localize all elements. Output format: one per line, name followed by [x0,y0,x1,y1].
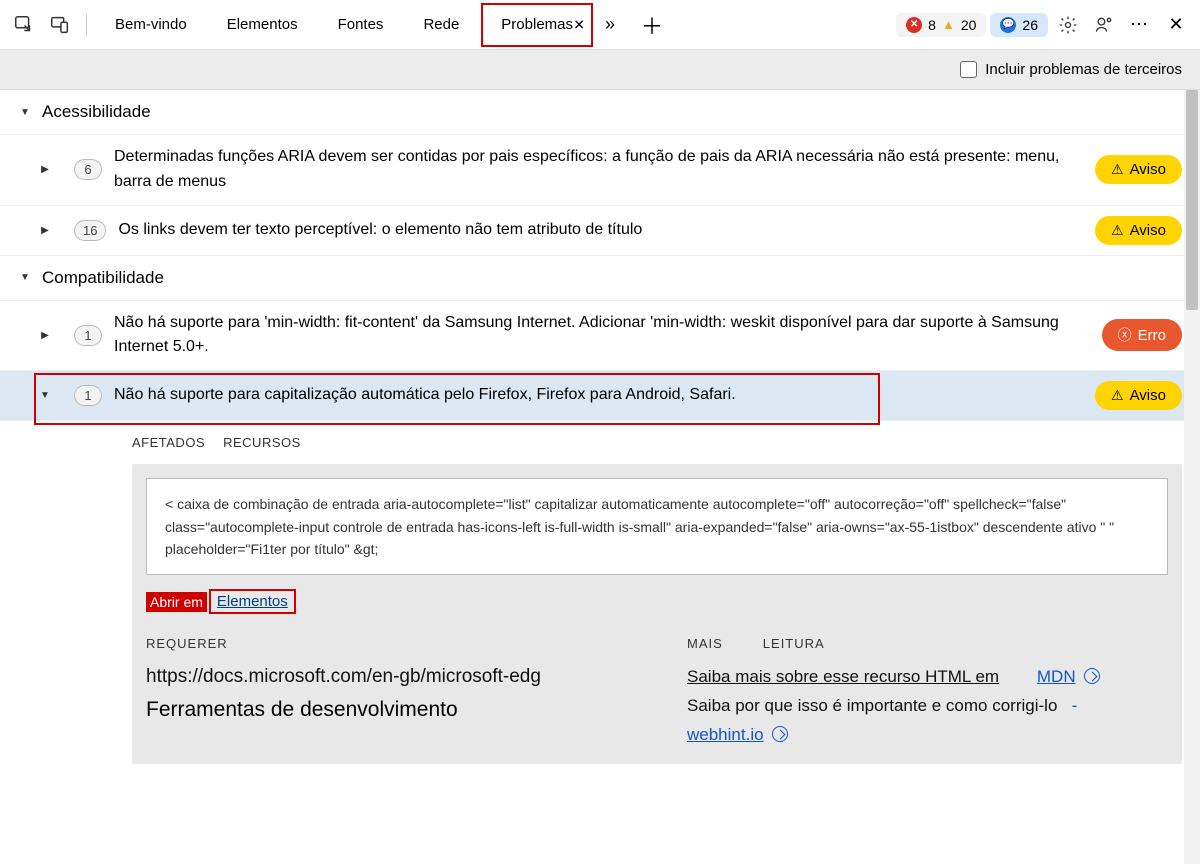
more-reading-column: MAISLEITURA Saiba mais sobre esse recurs… [687,636,1168,750]
add-tab-icon[interactable]: ＋ [627,9,677,41]
issue-text: Não há suporte para capitalização automá… [114,383,1083,408]
issue-text: Não há suporte para 'min-width: fit-cont… [114,311,1090,361]
warning-triangle-icon: ⚠ [1111,387,1124,404]
more-reading-line2: Saiba por que isso é importante e como c… [687,692,1168,750]
toolbar-separator [86,14,87,36]
severity-badge-warning: ⚠ Aviso [1095,381,1182,410]
external-link-icon [1084,668,1100,684]
kebab-menu-icon[interactable]: ⋯ [1124,9,1156,41]
error-warning-counter[interactable]: ✕ 8 ▲ 20 [896,13,986,37]
affected-code-snippet: < caixa de combinação de entrada aria-au… [146,478,1168,575]
tab-welcome[interactable]: Bem-vindo [97,0,205,50]
error-dot-icon: ✕ [906,17,922,33]
scrollbar-thumb[interactable] [1186,90,1198,310]
error-count: 8 [928,17,936,33]
issue-detail-panel: AFETADOS RECURSOS < caixa de combinação … [0,421,1200,778]
request-heading: REQUERER [146,636,627,651]
inspect-element-icon[interactable] [8,9,40,41]
issue-count-badge: 1 [74,385,102,406]
scrollbar-track[interactable] [1184,90,1200,864]
close-icon[interactable]: ✕ [573,16,585,33]
category-compatibility[interactable]: Compatibilidade [0,256,1200,301]
issue-count-badge: 16 [74,220,106,241]
message-dot-icon: 💬 [1000,17,1016,33]
open-in-label: Abrir em [146,592,207,612]
category-label: Acessibilidade [42,102,151,122]
issue-text: Determinadas funções ARIA devem ser cont… [114,145,1083,195]
message-counter[interactable]: 💬 26 [990,13,1048,37]
issue-count-badge: 6 [74,159,102,180]
external-link-icon [772,726,788,742]
detail-tab-affected[interactable]: AFETADOS [132,435,205,450]
category-label: Compatibilidade [42,268,164,288]
issue-row[interactable]: 6 Determinadas funções ARIA devem ser co… [0,135,1200,206]
detail-tabs: AFETADOS RECURSOS [132,435,1182,450]
severity-badge-warning: ⚠ Aviso [1095,216,1182,245]
tab-issues[interactable]: Problemas ✕ [481,3,593,47]
tab-elements[interactable]: Elementos [209,0,316,50]
mdn-link[interactable]: MDN [1037,667,1076,686]
severity-label: Erro [1138,327,1166,344]
severity-label: Aviso [1130,387,1166,404]
warning-triangle-icon: ⚠ [1111,161,1124,178]
request-subtitle: Ferramentas de desenvolvimento [146,698,627,722]
chevron-down-icon [18,271,32,285]
close-devtools-icon[interactable]: ✕ [1160,9,1192,41]
warning-triangle-icon: ⚠ [1111,222,1124,239]
issues-filter-bar: Incluir problemas de terceiros [0,50,1200,90]
include-third-party-label: Incluir problemas de terceiros [985,61,1182,78]
chevron-down-icon [18,105,32,119]
chevron-right-icon [38,328,52,342]
issue-row[interactable]: 16 Os links devem ter texto perceptível:… [0,206,1200,256]
issue-row-selected[interactable]: 1 Não há suporte para capitalização auto… [0,371,1200,421]
more-reading-line1: Saiba mais sobre esse recurso HTML em MD… [687,663,1168,692]
category-accessibility[interactable]: Acessibilidade [0,90,1200,135]
tab-sources[interactable]: Fontes [320,0,402,50]
chevron-down-icon [38,389,52,403]
severity-label: Aviso [1130,222,1166,239]
issue-row[interactable]: 1 Não há suporte para 'min-width: fit-co… [0,301,1200,372]
issues-content: Acessibilidade 6 Determinadas funções AR… [0,90,1200,864]
tab-issues-label: Problemas [501,16,573,33]
issue-count-badge: 1 [74,325,102,346]
tab-network[interactable]: Rede [405,0,477,50]
request-column: REQUERER https://docs.microsoft.com/en-g… [146,636,627,750]
device-toggle-icon[interactable] [44,9,76,41]
error-circle-icon: ⓧ [1118,325,1132,345]
settings-gear-icon[interactable] [1052,9,1084,41]
webhint-link[interactable]: webhint.io [687,725,764,744]
severity-badge-error: ⓧ Erro [1102,319,1182,351]
severity-label: Aviso [1130,161,1166,178]
chevron-right-icon [38,223,52,237]
checkbox-icon [960,61,977,78]
detail-tab-resources[interactable]: RECURSOS [223,435,301,450]
issue-text: Os links devem ter texto perceptível: o … [118,218,1083,243]
warning-count: 20 [961,17,977,33]
more-tabs-chevron-icon[interactable]: » [597,14,623,35]
devtools-toolbar: Bem-vindo Elementos Fontes Rede Problema… [0,0,1200,50]
severity-badge-warning: ⚠ Aviso [1095,155,1182,184]
request-url[interactable]: https://docs.microsoft.com/en-gb/microso… [146,663,627,692]
include-third-party-checkbox[interactable]: Incluir problemas de terceiros [960,61,1182,78]
open-in-row: Abrir em Elementos [146,589,1168,614]
warning-triangle-icon: ▲ [942,17,955,32]
detail-body: < caixa de combinação de entrada aria-au… [132,464,1182,764]
feedback-icon[interactable] [1088,9,1120,41]
more-reading-heading: MAISLEITURA [687,636,1168,651]
open-in-elements-link[interactable]: Elementos [209,589,296,614]
message-count: 26 [1022,17,1038,33]
chevron-right-icon [38,163,52,177]
